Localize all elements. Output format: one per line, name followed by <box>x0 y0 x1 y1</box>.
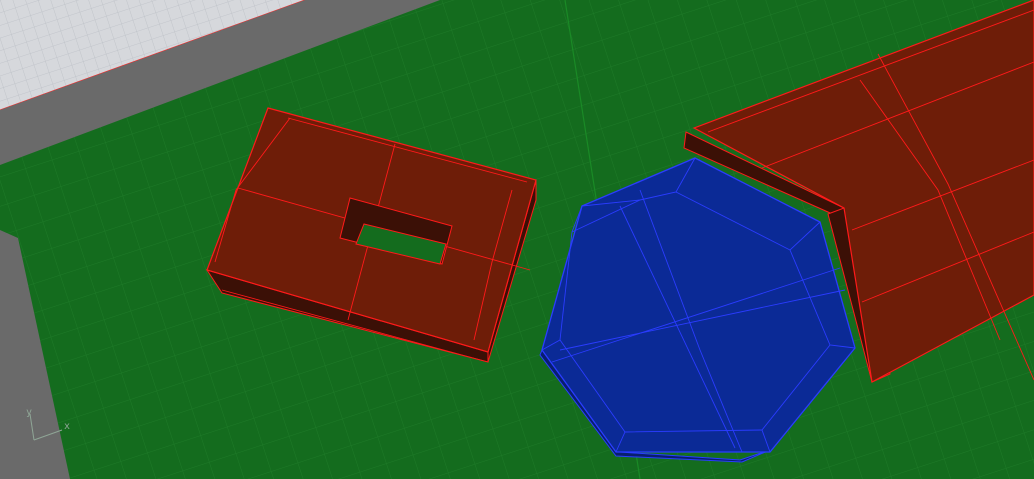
scene-canvas[interactable] <box>0 0 1034 479</box>
3d-viewport[interactable]: x y <box>0 0 1034 479</box>
axis-label-x: x <box>64 421 71 432</box>
axis-label-y: y <box>26 407 33 418</box>
